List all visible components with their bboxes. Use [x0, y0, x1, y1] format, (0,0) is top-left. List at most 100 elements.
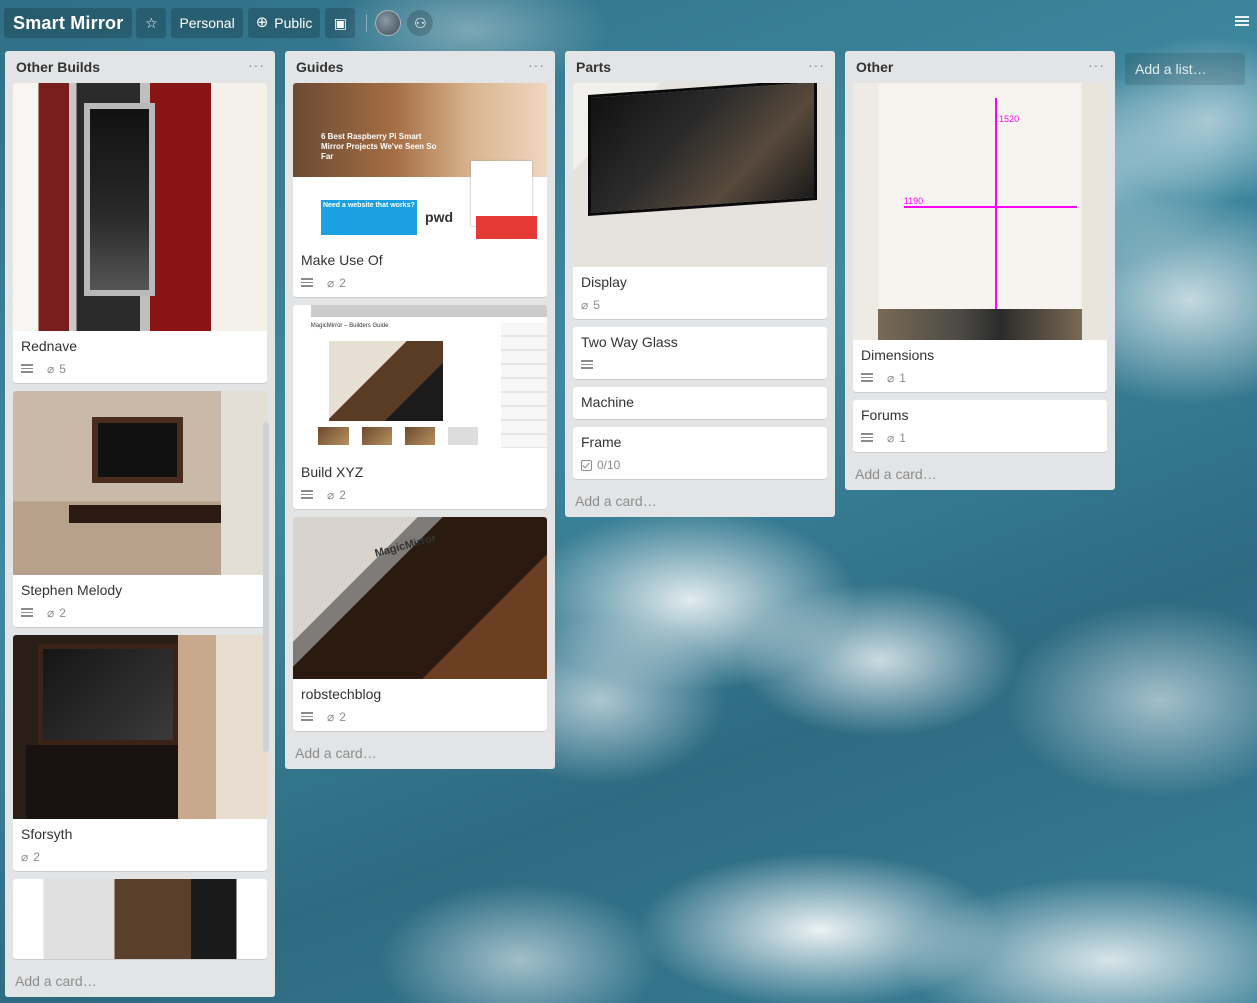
add-card-button[interactable]: Add a card… [5, 967, 275, 997]
dimension-label-horizontal: 1190 [903, 196, 924, 207]
card-cover-image [13, 391, 267, 575]
attachment-count: 5 [593, 298, 600, 312]
image-ad: Need a website that works? [320, 199, 418, 236]
card-sforsyth[interactable]: Sforsyth ⌀ 2 [13, 635, 267, 871]
power-up-button[interactable]: ▣ [325, 8, 356, 38]
list-header: Guides ··· [285, 51, 555, 83]
card-machine[interactable]: Machine [573, 387, 827, 419]
board-header: Smart Mirror ☆ Personal ⊕ Public ▣ ⚇ [0, 0, 1257, 46]
description-icon [581, 360, 593, 370]
visibility-button[interactable]: ⊕ Public [247, 8, 321, 38]
attachment-icon: ⌀ [327, 276, 335, 290]
card-stephen-melody[interactable]: Stephen Melody ⌀ 2 [13, 391, 267, 627]
list-title[interactable]: Other Builds [16, 59, 100, 75]
card-title: Forums [861, 407, 909, 423]
card-cover-image [13, 635, 267, 819]
card-title: Sforsyth [21, 826, 73, 842]
card-make-use-of[interactable]: 6 Best Raspberry Pi Smart Mirror Project… [293, 83, 547, 297]
member-avatar[interactable] [375, 10, 402, 36]
image-headline: 6 Best Raspberry Pi Smart Mirror Project… [320, 131, 437, 161]
card-cover-image: MagicMirror [293, 517, 547, 679]
card-cover-image: 6 Best Raspberry Pi Smart Mirror Project… [293, 83, 547, 245]
card-frame[interactable]: Frame 0/10 [573, 427, 827, 479]
list-menu-icon[interactable]: ··· [248, 57, 265, 73]
personal-button[interactable]: Personal [171, 8, 243, 38]
list-other-builds: Other Builds ··· Rednave ⌀ 5 Stephen Melo… [5, 51, 275, 997]
attachment-icon: ⌀ [47, 606, 55, 620]
list-title[interactable]: Parts [576, 59, 611, 75]
card-title: Build XYZ [301, 464, 364, 480]
add-list-button[interactable]: Add a list… [1125, 53, 1245, 85]
attachment-count: 1 [899, 371, 906, 385]
attachment-icon: ⌀ [581, 298, 589, 312]
card-cover-image: MagicMirror – Builders Guide [293, 305, 547, 457]
card-title: Stephen Melody [21, 582, 123, 598]
card-container: Display ⌀ 5 Two Way Glass Machine Frame [565, 83, 835, 479]
description-icon [301, 490, 313, 500]
card-two-way-glass[interactable]: Two Way Glass [573, 327, 827, 379]
list-title[interactable]: Other [856, 59, 893, 75]
star-icon: ☆ [145, 15, 158, 31]
attachment-icon: ⌀ [47, 362, 55, 376]
card-title: Frame [581, 434, 622, 450]
attachment-count: 2 [339, 710, 346, 724]
description-icon [861, 433, 873, 443]
globe-icon: ⊕ [255, 14, 269, 31]
card-title: Make Use Of [301, 252, 383, 268]
list-scrollbar[interactable] [263, 422, 269, 752]
add-member-icon: ⚇ [414, 14, 427, 31]
card-cover-image [573, 83, 827, 267]
list-title[interactable]: Guides [296, 59, 343, 75]
card-display[interactable]: Display ⌀ 5 [573, 83, 827, 319]
list-menu-icon[interactable]: ··· [528, 57, 545, 73]
board-title[interactable]: Smart Mirror [4, 8, 133, 38]
add-card-button[interactable]: Add a card… [565, 487, 835, 517]
card-cover-image [13, 879, 267, 959]
list-other: Other ··· 1520 1190 Dimensions ⌀ 1 Forums [845, 51, 1115, 490]
card-rednave[interactable]: Rednave ⌀ 5 [13, 83, 267, 383]
card-title: Display [581, 274, 627, 290]
attachment-count: 2 [339, 488, 346, 502]
list-menu-icon[interactable]: ··· [1088, 57, 1105, 73]
list-menu-icon[interactable]: ··· [808, 57, 825, 73]
dimension-label-vertical: 1520 [999, 113, 1020, 124]
card-dimensions[interactable]: 1520 1190 Dimensions ⌀ 1 [853, 83, 1107, 392]
menu-button[interactable] [1235, 16, 1249, 28]
add-card-button[interactable]: Add a card… [845, 460, 1115, 490]
attachment-icon: ⌀ [887, 371, 895, 385]
attachment-icon: ⌀ [327, 488, 335, 502]
attachment-count: 2 [33, 850, 40, 864]
card-title: robstechblog [301, 686, 382, 702]
description-icon [301, 712, 313, 722]
list-header: Other ··· [845, 51, 1115, 83]
card-partial[interactable] [13, 879, 267, 959]
add-card-button[interactable]: Add a card… [285, 739, 555, 769]
description-icon [21, 608, 33, 618]
image-label: MagicMirror [373, 531, 438, 560]
visibility-label: Public [274, 15, 313, 31]
checklist-icon [581, 459, 592, 471]
list-header: Other Builds ··· [5, 51, 275, 83]
menu-icon [1235, 16, 1249, 18]
attachment-icon: ⌀ [887, 431, 895, 445]
list-guides: Guides ··· 6 Best Raspberry Pi Smart Mir… [285, 51, 555, 769]
description-icon [21, 364, 33, 374]
list-parts: Parts ··· Display ⌀ 5 Two Way Glass Machi… [565, 51, 835, 517]
attachment-count: 2 [339, 276, 346, 290]
card-title: Dimensions [861, 347, 935, 363]
card-title: Rednave [21, 338, 78, 354]
card-forums[interactable]: Forums ⌀ 1 [853, 400, 1107, 452]
description-icon [861, 373, 873, 383]
card-container: Rednave ⌀ 5 Stephen Melody ⌀ 2 Sforsyth [5, 83, 275, 965]
add-member-button[interactable]: ⚇ [407, 10, 434, 36]
card-build-xyz[interactable]: MagicMirror – Builders Guide Build XYZ ⌀… [293, 305, 547, 509]
card-cover-image: 1520 1190 [853, 83, 1107, 340]
star-button[interactable]: ☆ [136, 8, 167, 38]
header-divider [366, 14, 368, 32]
card-robstechblog[interactable]: MagicMirror robstechblog ⌀ 2 [293, 517, 547, 731]
attachment-icon: ⌀ [327, 710, 335, 724]
description-icon [301, 278, 313, 288]
image-header: MagicMirror – Builders Guide [310, 323, 389, 330]
attachment-count: 1 [899, 431, 906, 445]
card-title: Machine [581, 394, 634, 410]
